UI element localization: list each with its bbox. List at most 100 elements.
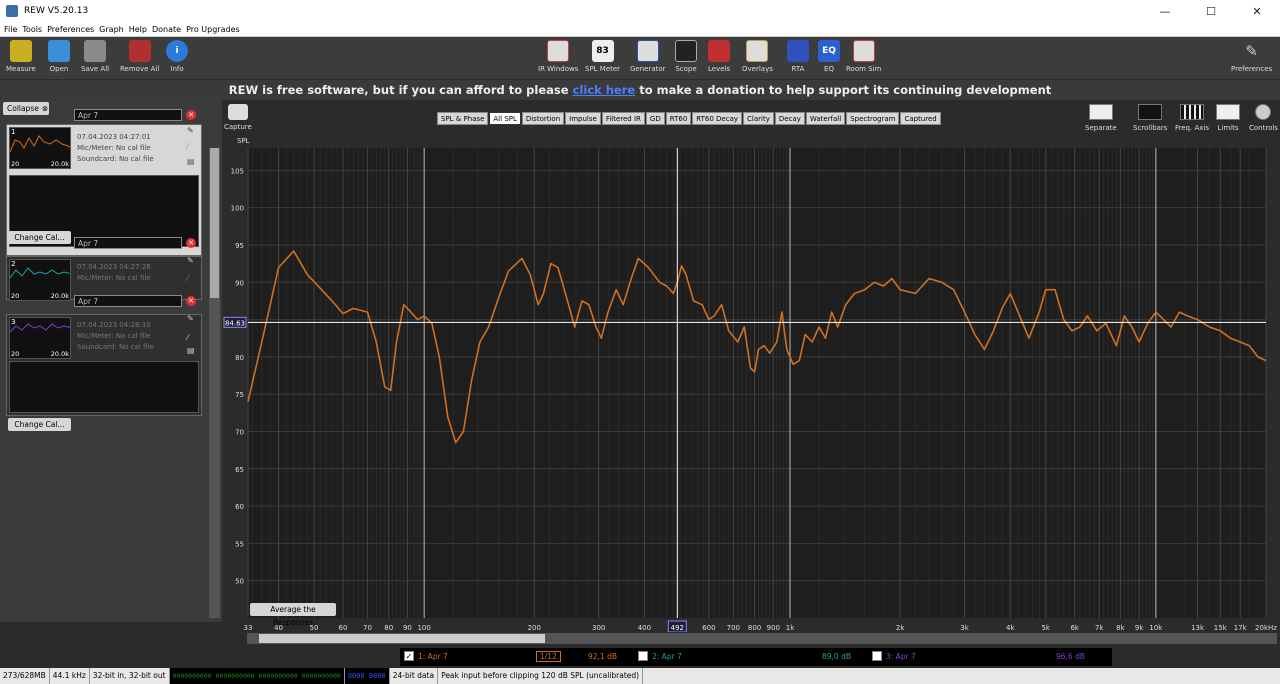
x-tick-label: 800 xyxy=(748,624,761,632)
panel-scrollbar-thumb[interactable] xyxy=(210,148,219,298)
x-tick-label: 100 xyxy=(417,624,430,632)
legend-checkbox-3[interactable] xyxy=(872,651,882,661)
app-icon xyxy=(6,5,18,17)
tab-all-spl[interactable]: All SPL xyxy=(489,112,521,125)
ir-windows-button[interactable]: IR Windows xyxy=(538,40,578,73)
status-rate: 44.1 kHz xyxy=(50,668,90,684)
edit-icon[interactable]: ✎ xyxy=(187,256,197,266)
y-tick-label: 105 xyxy=(231,167,244,175)
controls-button[interactable]: Controls xyxy=(1249,104,1278,132)
menu-donate[interactable]: Donate xyxy=(152,25,181,34)
spl-meter-button[interactable]: 83 SPL Meter xyxy=(585,40,620,73)
separate-button[interactable]: Separate xyxy=(1085,104,1117,132)
menu-tools[interactable]: Tools xyxy=(22,25,42,34)
tab-impulse[interactable]: Impulse xyxy=(565,112,601,125)
main-toolbar: Measure Open Save All Remove All i Info … xyxy=(0,37,1280,79)
legend-checkbox-2[interactable] xyxy=(638,651,648,661)
preferences-button[interactable]: ✎ Preferences xyxy=(1231,40,1272,73)
panel-scrollbar[interactable] xyxy=(209,148,220,618)
x-tick-label: 6k xyxy=(1070,624,1079,632)
tab-rt60-decay[interactable]: RT60 Decay xyxy=(692,112,743,125)
change-cal-button[interactable]: Change Cal... xyxy=(8,418,71,431)
measure-button[interactable]: Measure xyxy=(6,40,36,73)
freq-axis-icon xyxy=(1179,104,1204,120)
cal-icon[interactable]: ⁄ xyxy=(187,333,197,343)
maximize-button[interactable]: ☐ xyxy=(1188,0,1234,22)
close-icon[interactable]: ✕ xyxy=(186,110,196,120)
graph-scrollbar-thumb[interactable] xyxy=(259,634,545,643)
measurement-name-input[interactable]: Apr 7 xyxy=(74,295,182,307)
close-icon[interactable]: ✕ xyxy=(186,238,196,248)
measurement-notes[interactable] xyxy=(9,361,199,413)
x-tick-label: 1k xyxy=(786,624,795,632)
open-button[interactable]: Open xyxy=(48,40,70,73)
tab-filtered-ir[interactable]: Filtered IR xyxy=(601,112,645,125)
save-all-button[interactable]: Save All xyxy=(81,40,109,73)
smoothing-selector[interactable]: 1/12 xyxy=(536,651,561,662)
cal-icon[interactable]: ⁄ xyxy=(187,274,197,284)
levels-button[interactable]: Levels xyxy=(708,40,730,73)
generator-button[interactable]: Generator xyxy=(630,40,666,73)
eq-icon: EQ xyxy=(818,40,840,62)
overlays-button[interactable]: Overlays xyxy=(742,40,773,73)
tab-waterfall[interactable]: Waterfall xyxy=(805,112,846,125)
tab-clarity[interactable]: Clarity xyxy=(743,112,774,125)
tab-rt60[interactable]: RT60 xyxy=(665,112,692,125)
output-level-meter: 0000 0000 xyxy=(344,668,390,684)
ir-windows-icon xyxy=(547,40,570,62)
measurement-info: 07.04.2023 04:27:26 Mic/Meter: No cal fi… xyxy=(77,263,151,282)
measurement-info: 07.04.2023 04:27:01 Mic/Meter: No cal fi… xyxy=(77,133,154,163)
freq-axis-button[interactable]: Freq. Axis xyxy=(1175,104,1209,132)
menu-pro-upgrades[interactable]: Pro Upgrades xyxy=(186,25,240,34)
notes-icon[interactable]: ▤ xyxy=(187,346,197,356)
change-cal-button[interactable]: Change Cal... xyxy=(8,231,71,244)
collapse-button[interactable]: Collapse ⊗ xyxy=(3,102,49,115)
minimize-button[interactable]: — xyxy=(1142,0,1188,22)
spl-graph[interactable]: SPL 50556065707580859095100105 334050607… xyxy=(222,132,1280,632)
donate-link[interactable]: click here xyxy=(573,83,636,97)
generator-icon xyxy=(636,40,659,62)
capture-button[interactable]: Capture xyxy=(224,104,252,131)
limits-button[interactable]: Limits xyxy=(1216,104,1240,132)
x-tick-label: 20kHz xyxy=(1255,624,1277,632)
measurement-name-input[interactable]: Apr 7 xyxy=(74,109,182,121)
tab-distortion[interactable]: Distortion xyxy=(521,112,565,125)
camera-icon xyxy=(227,104,248,120)
scrollbars-button[interactable]: Scrollbars xyxy=(1133,104,1167,132)
edit-icon[interactable]: ✎ xyxy=(187,314,197,324)
x-axis-ticks: 334050607080901002003004006007008009001k… xyxy=(244,624,1278,632)
tab-decay[interactable]: Decay xyxy=(774,112,805,125)
tab-spl-phase[interactable]: SPL & Phase xyxy=(437,112,489,125)
tab-gd[interactable]: GD xyxy=(645,112,665,125)
thumbnail-trace xyxy=(10,135,70,153)
x-tick-label: 2k xyxy=(896,624,905,632)
legend-value-3: 96,6 dB xyxy=(1056,652,1085,661)
info-button[interactable]: i Info xyxy=(166,40,188,73)
close-button[interactable]: ✕ xyxy=(1234,0,1280,22)
cal-icon[interactable]: ⁄ xyxy=(187,142,197,152)
rta-button[interactable]: RTA xyxy=(787,40,809,73)
eq-button[interactable]: EQ EQ xyxy=(818,40,840,73)
remove-all-button[interactable]: Remove All xyxy=(120,40,159,73)
notes-icon[interactable]: ▤ xyxy=(187,157,197,167)
room-sim-button[interactable]: Room Sim xyxy=(846,40,881,73)
y-tick-label: 75 xyxy=(235,391,244,399)
info-icon: i xyxy=(166,40,188,62)
menu-help[interactable]: Help xyxy=(129,25,147,34)
tab-spectrogram[interactable]: Spectrogram xyxy=(846,112,900,125)
menu-file[interactable]: File xyxy=(4,25,17,34)
measurement-name-input[interactable]: Apr 7 xyxy=(74,237,182,249)
menu-graph[interactable]: Graph xyxy=(99,25,124,34)
graph-scrollbar[interactable] xyxy=(247,633,1277,644)
collapse-icon: ⊗ xyxy=(41,104,49,113)
thumbnail-trace xyxy=(10,267,70,279)
scope-button[interactable]: Scope xyxy=(675,40,697,73)
close-icon[interactable]: ✕ xyxy=(186,296,196,306)
x-tick-label: 300 xyxy=(592,624,605,632)
legend-label-1: 1: Apr 7 xyxy=(418,652,448,661)
legend-checkbox-1[interactable]: ✓ xyxy=(404,651,414,661)
tab-captured[interactable]: Captured xyxy=(900,112,941,125)
menu-preferences[interactable]: Preferences xyxy=(47,25,94,34)
average-responses-button[interactable]: Average the Responses xyxy=(250,603,336,627)
edit-icon[interactable]: ✎ xyxy=(187,126,197,136)
